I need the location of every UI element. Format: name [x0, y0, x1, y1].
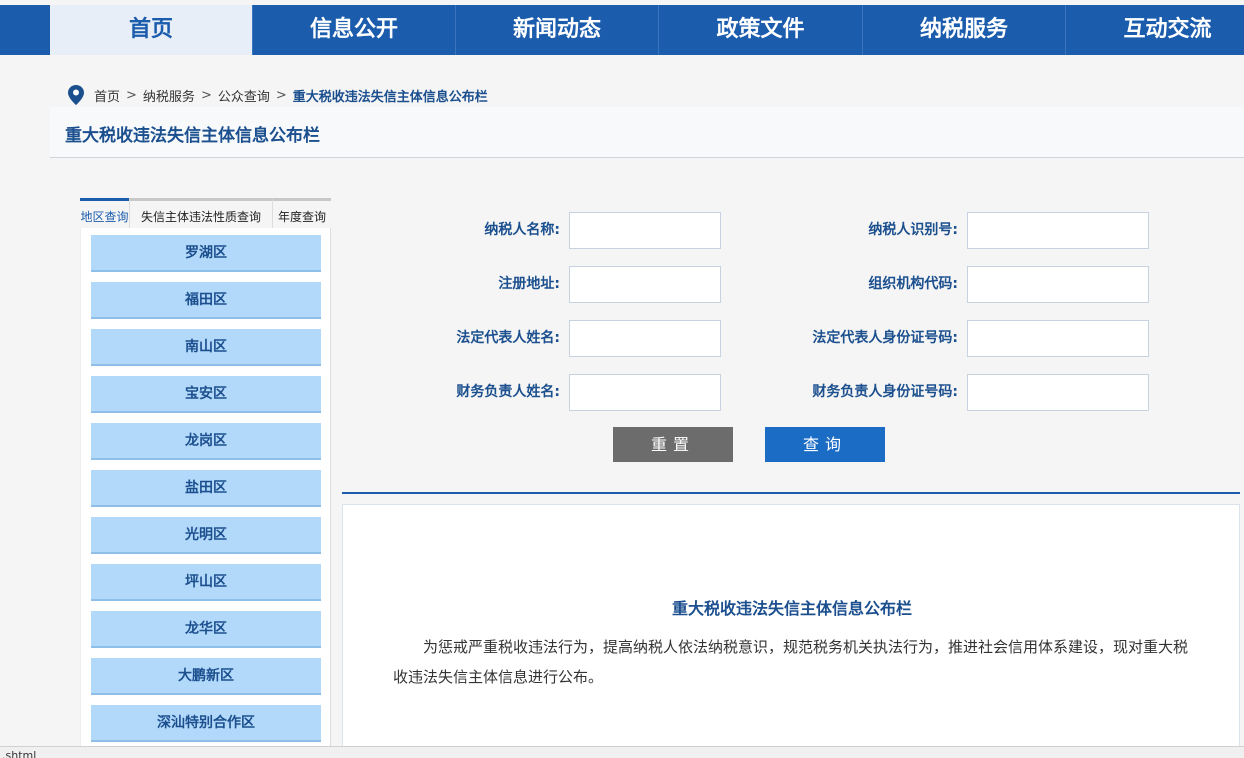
nav-tax-service[interactable]: 纳税服务 [863, 5, 1066, 55]
reg-address-input[interactable] [569, 266, 721, 303]
location-pin-icon [68, 85, 84, 105]
page-title: 重大税收违法失信主体信息公布栏 [65, 126, 320, 146]
district-shenshan[interactable]: 深汕特别合作区 [91, 705, 321, 742]
tab-violation-type-query[interactable]: 失信主体违法性质查询 [129, 198, 272, 228]
legal-rep-id-label: 法定代表人身份证号码: [812, 330, 958, 346]
taxpayer-name-label: 纳税人名称: [484, 222, 560, 238]
breadcrumb-home[interactable]: 首页 [94, 86, 120, 105]
district-nanshan[interactable]: 南山区 [91, 329, 321, 366]
district-luohu[interactable]: 罗湖区 [91, 235, 321, 272]
notice-panel: 重大税收违法失信主体信息公布栏 为惩戒严重税收违法行为，提高纳税人依法纳税意识，… [342, 504, 1240, 754]
nav-info-disclosure[interactable]: 信息公开 [253, 5, 456, 55]
nav-policy[interactable]: 政策文件 [659, 5, 863, 55]
district-dapeng[interactable]: 大鹏新区 [91, 658, 321, 695]
legal-rep-name-input[interactable] [569, 320, 721, 357]
legal-rep-id-input[interactable] [967, 320, 1149, 357]
taxpayer-name-input[interactable] [569, 212, 721, 249]
notice-title: 重大税收违法失信主体信息公布栏 [671, 599, 912, 618]
taxpayer-id-label: 纳税人识别号: [868, 222, 958, 238]
district-pingshan[interactable]: 坪山区 [91, 564, 321, 601]
query-tabs: 地区查询 失信主体违法性质查询 年度查询 [80, 198, 331, 228]
reset-button[interactable]: 重置 [613, 427, 733, 462]
breadcrumb-separator: > [200, 87, 212, 103]
legal-rep-name-label: 法定代表人姓名: [456, 330, 560, 346]
status-bar: .shtml [0, 746, 1244, 758]
status-url: .shtml [2, 749, 37, 758]
district-longgang[interactable]: 龙岗区 [91, 423, 321, 460]
page-title-bar: 重大税收违法失信主体信息公布栏 [50, 107, 1244, 158]
org-code-input[interactable] [967, 266, 1149, 303]
district-guangming[interactable]: 光明区 [91, 517, 321, 554]
finance-id-label: 财务负责人身份证号码: [812, 384, 958, 400]
tab-year-query[interactable]: 年度查询 [272, 198, 331, 228]
nav-left-strip [0, 5, 50, 55]
taxpayer-id-input[interactable] [967, 212, 1149, 249]
breadcrumb: 首页 > 纳税服务 > 公众查询 > 重大税收违法失信主体信息公布栏 [68, 84, 488, 106]
breadcrumb-separator: > [126, 87, 137, 103]
nav-interaction[interactable]: 互动交流 [1066, 5, 1244, 55]
nav-home[interactable]: 首页 [50, 5, 253, 55]
tab-region-query[interactable]: 地区查询 [80, 198, 129, 228]
org-code-label: 组织机构代码: [868, 276, 958, 292]
district-longhua[interactable]: 龙华区 [91, 611, 321, 648]
finance-id-input[interactable] [967, 374, 1149, 411]
breadcrumb-current: 重大税收违法失信主体信息公布栏 [292, 89, 488, 105]
reg-address-label: 注册地址: [498, 276, 560, 292]
search-button[interactable]: 查询 [765, 427, 885, 462]
district-baoan[interactable]: 宝安区 [91, 376, 321, 413]
main-nav: 首页 信息公开 新闻动态 政策文件 纳税服务 互动交流 [0, 5, 1244, 55]
finance-name-input[interactable] [569, 374, 721, 411]
breadcrumb-public-query[interactable]: 公众查询 [218, 86, 270, 105]
district-yantian[interactable]: 盐田区 [91, 470, 321, 507]
content-divider [342, 492, 1240, 494]
breadcrumb-separator: > [275, 87, 287, 103]
notice-body: 为惩戒严重税收违法行为，提高纳税人依法纳税意识，规范税务机关执法行为，推进社会信… [393, 638, 1189, 686]
district-futian[interactable]: 福田区 [91, 282, 321, 319]
breadcrumb-tax-service[interactable]: 纳税服务 [143, 86, 195, 105]
finance-name-label: 财务负责人姓名: [456, 384, 560, 400]
nav-news[interactable]: 新闻动态 [456, 5, 659, 55]
